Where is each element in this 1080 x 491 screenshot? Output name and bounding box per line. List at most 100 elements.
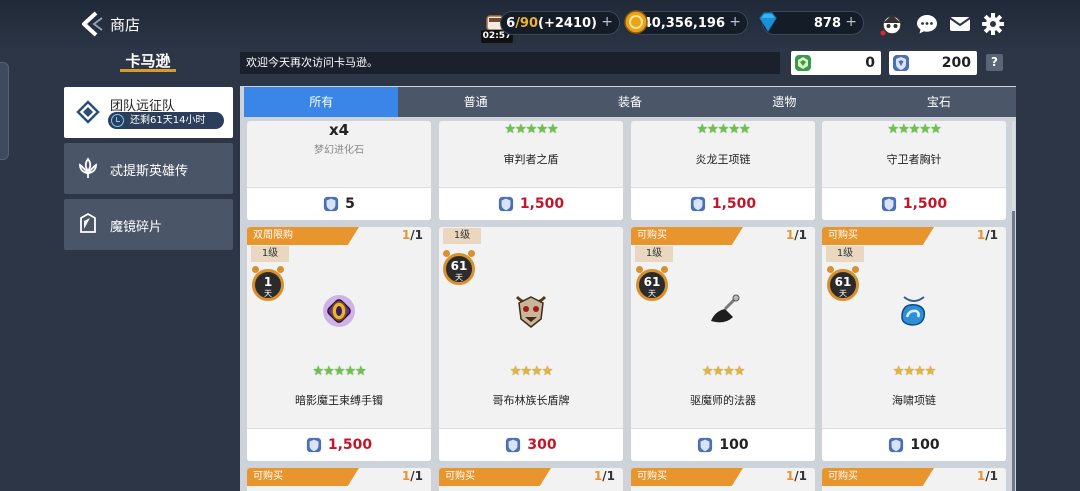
item-price[interactable]: 1,500 [439,187,623,220]
star-rating: ★★★★★ [696,122,750,137]
limit-current: 1 [785,469,795,483]
shield-token-icon [506,437,521,453]
sidebar-item-mirror-shards[interactable]: 魔镜碎片 [64,199,233,250]
side-drawer-handle[interactable] [0,62,9,160]
price-value: 100 [910,437,940,453]
gold-add-button[interactable]: + [729,14,741,30]
tab-relics[interactable]: 遗物 [707,87,861,117]
top-bar: 商店 02:57 6/90 (+2410) + 40,356,196 + 878 … [0,0,1080,48]
scrollbar-thumb[interactable] [1012,211,1015,491]
sidebar-item-label: 忒提斯英雄传 [110,164,189,179]
shield-token-icon [698,437,713,453]
star-rating: ★★★★ [892,364,937,379]
shop-item-card[interactable]: ★★★★★ 审判者之盾 1,500 [439,121,623,220]
stamina-current: 6 [506,15,516,31]
stamina-add-button[interactable]: + [601,14,613,30]
sidebar-item-label: 魔镜碎片 [110,220,163,235]
shop-item-card[interactable]: 可购买 1/1 1级 61 天 ★★★★ 海啸项链 100 [822,227,1006,461]
category-tabs: 所有 普通 装备 遗物 宝石 [244,87,1016,117]
shop-item-grid[interactable]: x4 梦幻进化石 5 ★★★★★ 审判者之盾 1,500 ★★★★★ 炎龙王项链… [244,121,1012,491]
store-brand-title: 卡马逊 [120,50,176,72]
level-tag: 1级 [251,246,289,262]
item-price[interactable]: 100 [822,428,1006,461]
back-arrow-icon[interactable] [78,10,104,38]
bracelet-item-icon [323,295,355,327]
clock-icon [111,114,124,127]
purchase-status-banner: 可购买 [822,227,934,245]
mascot-icon[interactable] [880,12,904,36]
shop-item-card[interactable]: 可购买 1/1 [247,468,431,491]
purchase-limit: 1/1 [786,228,807,242]
gem-add-button[interactable]: + [845,14,857,30]
item-name: 驱魔师的法器 [690,394,756,407]
price-value: 1,500 [711,196,757,212]
time-remaining-text: 还剩61天14小时 [130,115,206,126]
mirror-shard-icon [80,212,96,233]
limit-current: 1 [401,469,411,483]
days-remaining-badge: 61 天 [827,266,859,301]
grid-scrollbar[interactable] [1012,121,1015,491]
expedition-time-remaining: 还剩61天14小时 [108,112,224,129]
item-name: 梦幻进化石 [314,145,364,156]
price-value: 300 [527,437,557,453]
level-tag: 1级 [443,228,481,244]
shop-item-card[interactable]: x4 梦幻进化石 5 [247,121,431,220]
days-number: 1 [263,275,273,289]
gold-amount: 40,356,196 [642,15,725,31]
chat-icon[interactable] [915,12,939,36]
days-remaining-badge: 61 天 [636,266,668,301]
mail-icon[interactable] [948,12,972,36]
item-name: 暗影魔王束缚手镯 [295,394,383,407]
item-price[interactable]: 100 [631,428,815,461]
item-price[interactable]: 1,500 [822,187,1006,220]
days-number: 61 [643,275,661,289]
sidebar-item-thetis-heroes[interactable]: 忒提斯英雄传 [64,143,233,194]
stamina-max: /90 [515,15,539,31]
item-name: 审判者之盾 [503,153,559,166]
shop-item-card[interactable]: 可购买 1/1 [631,468,815,491]
sidebar-item-team-expedition[interactable]: 团队远征队 还剩61天14小时 [64,87,233,138]
tab-normal[interactable]: 普通 [398,87,552,117]
green-token-icon [795,55,811,71]
shield-token-icon [498,196,513,212]
limit-current: 1 [976,228,986,242]
shop-item-card[interactable]: 双周限购 1/1 1级 1 天 ★★★★★ 暗影魔王束缚手镯 1,500 [247,227,431,461]
stamina-bonus: (+2410) [538,15,597,31]
shield-token-icon [306,437,321,453]
purchase-limit: 1/1 [402,228,423,242]
help-button[interactable]: ? [986,54,1003,71]
shop-item-card[interactable]: 可购买 1/1 [822,468,1006,491]
star-rating: ★★★★★ [312,364,366,379]
purchase-status-banner: 可购买 [247,468,359,486]
goblin-shield-item-icon [515,295,547,328]
shop-item-card[interactable]: 1级 61 天 ★★★★ 哥布林族长盾牌 300 [439,227,623,461]
shield-token-counter: 200 [889,51,977,75]
purchase-status-banner: 可购买 [631,227,743,245]
shield-token-icon [324,196,339,212]
diamond-icon [759,12,777,33]
days-unit: 天 [839,289,847,298]
item-price[interactable]: 1,500 [247,428,431,461]
item-name: 守卫者胸针 [886,153,942,166]
gold-coin-icon [624,10,648,34]
days-unit: 天 [264,289,272,298]
shop-item-card[interactable]: ★★★★★ 炎龙王项链 1,500 [631,121,815,220]
shop-item-card[interactable]: 可购买 1/1 [439,468,623,491]
gear-icon[interactable] [981,12,1005,36]
purchase-status-banner: 可购买 [439,468,551,486]
shop-item-card[interactable]: ★★★★★ 守卫者胸针 1,500 [822,121,1006,220]
item-price[interactable]: 1,500 [631,187,815,220]
days-unit: 天 [648,289,656,298]
green-token-amount: 0 [865,55,875,71]
stamina-counter[interactable]: 6/90 (+2410) + [500,11,620,35]
shield-token-icon [690,196,705,212]
limit-max: /1 [602,469,615,483]
item-price[interactable]: 300 [439,428,623,461]
tab-gems[interactable]: 宝石 [862,87,1016,117]
item-price[interactable]: 5 [247,187,431,220]
shop-item-card[interactable]: 可购买 1/1 1级 61 天 ★★★★ 驱魔师的法器 100 [631,227,815,461]
item-name: 海啸项链 [892,394,936,407]
tab-equipment[interactable]: 装备 [553,87,707,117]
tab-all[interactable]: 所有 [244,87,399,117]
limit-max: /1 [794,228,807,242]
